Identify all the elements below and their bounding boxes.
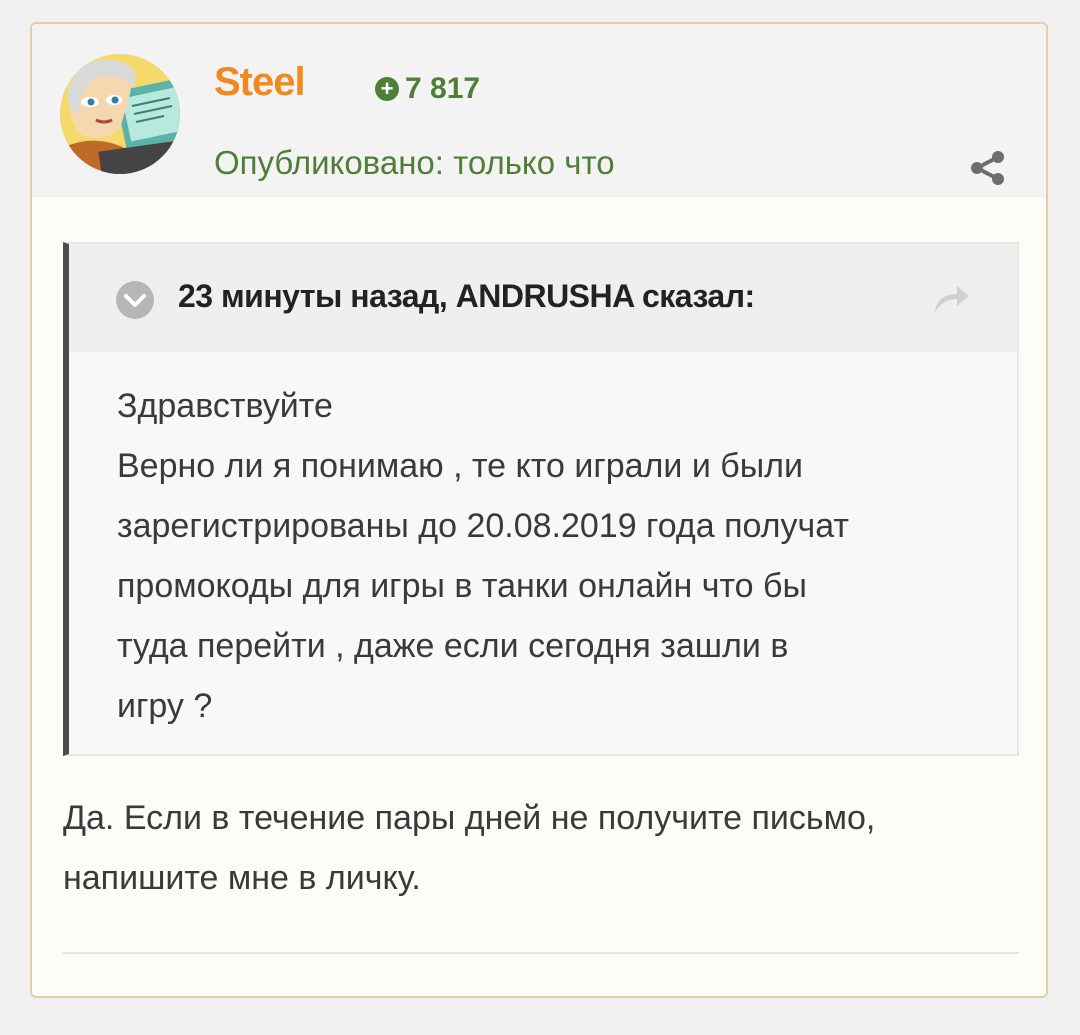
post-header: Steel + 7 817 Опубликовано: только что	[32, 24, 1046, 197]
quote-line: туда перейти , даже если сегодня зашли в	[117, 627, 789, 665]
reply-line: Да. Если в течение пары дней не получите…	[63, 799, 876, 837]
quote-text: Здравствуйте Верно ли я понимаю , те кто…	[117, 376, 997, 736]
forum-post: Steel + 7 817 Опубликовано: только что 2…	[30, 22, 1048, 998]
reputation-count: 7 817	[405, 72, 481, 105]
avatar-image	[60, 54, 180, 174]
quote-line: игру ?	[117, 687, 213, 725]
quote-header: 23 минуты назад, ANDRUSHA сказал:	[69, 244, 1017, 352]
chevron-down-circle-icon[interactable]	[115, 280, 155, 320]
quote-block: 23 минуты назад, ANDRUSHA сказал: Здравс…	[63, 242, 1019, 756]
quote-line: Здравствуйте	[117, 387, 333, 425]
avatar[interactable]	[60, 54, 180, 174]
forward-arrow-icon[interactable]	[931, 282, 971, 314]
quote-line: промокоды для игры в танки онлайн что бы	[117, 567, 807, 605]
quote-citation[interactable]: 23 минуты назад, ANDRUSHA сказал:	[178, 278, 755, 315]
author-name[interactable]: Steel	[214, 60, 306, 105]
share-icon[interactable]	[968, 148, 1008, 188]
published-timestamp: Опубликовано: только что	[214, 144, 615, 181]
quote-line: зарегистрированы до 20.08.2019 года полу…	[117, 507, 849, 545]
reply-text: Да. Если в течение пары дней не получите…	[63, 788, 1023, 908]
reputation-badge[interactable]: + 7 817	[375, 72, 480, 106]
plus-circle-icon: +	[375, 77, 399, 101]
reply-line: напишите мне в личку.	[63, 859, 421, 897]
quote-line: Верно ли я понимаю , те кто играли и был…	[117, 447, 803, 485]
post-divider	[63, 952, 1019, 954]
